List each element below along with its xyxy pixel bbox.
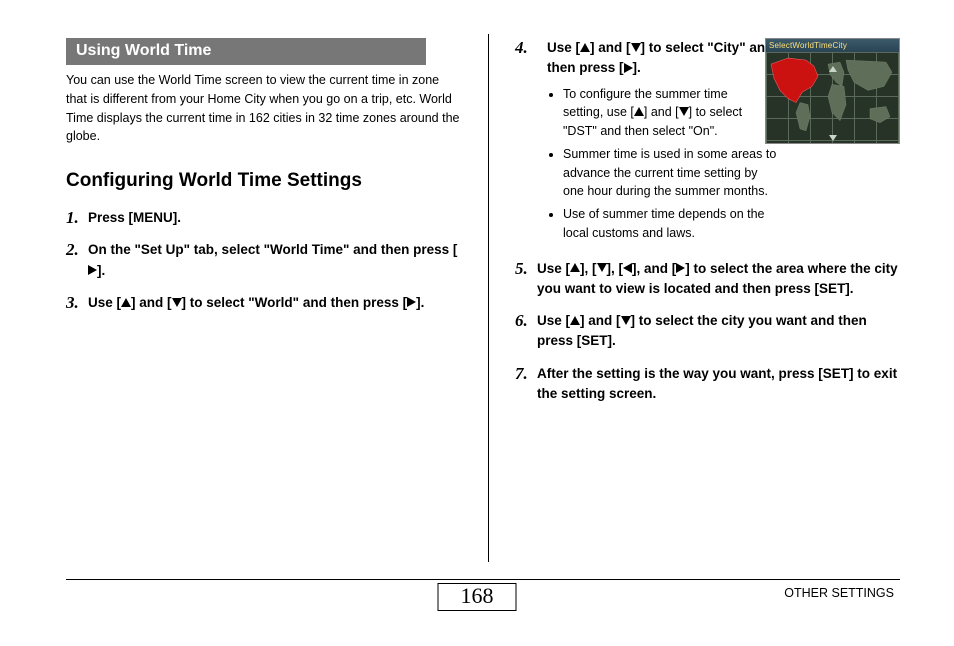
step-text: After the setting is the way you want, p… bbox=[537, 364, 900, 405]
triangle-down-icon bbox=[631, 43, 641, 52]
triangle-up-icon bbox=[570, 316, 580, 325]
column-divider bbox=[488, 34, 489, 562]
step-body: Use [] and [] to select the city you wan… bbox=[537, 311, 900, 352]
bullet-item: Summer time is used in some areas to adv… bbox=[563, 145, 777, 201]
triangle-right-icon bbox=[88, 265, 97, 275]
triangle-down-icon bbox=[829, 135, 837, 141]
step-text: On the "Set Up" tab, select "World Time"… bbox=[88, 240, 462, 281]
world-map-thumbnail: SelectWorldTimeCity bbox=[765, 38, 900, 144]
step-number: 6. bbox=[515, 311, 537, 331]
step-body: Use [] and [] to select "World" and then… bbox=[88, 293, 462, 313]
triangle-down-icon bbox=[621, 316, 631, 325]
footer-label: OTHER SETTINGS bbox=[784, 586, 894, 600]
triangle-up-icon bbox=[121, 298, 131, 307]
step: 2.On the "Set Up" tab, select "World Tim… bbox=[66, 240, 462, 281]
triangle-down-icon bbox=[172, 298, 182, 307]
step: 5.Use [], [], [], and [] to select the a… bbox=[515, 259, 900, 300]
step: 1.Press [MENU]. bbox=[66, 208, 462, 228]
step-text: Use [], [], [], and [] to select the are… bbox=[537, 259, 900, 300]
triangle-up-icon bbox=[580, 43, 590, 52]
step-body: On the "Set Up" tab, select "World Time"… bbox=[88, 240, 462, 281]
step-number: 4. bbox=[515, 38, 537, 58]
triangle-down-icon bbox=[597, 263, 607, 272]
step-text: Use [] and [] to select "World" and then… bbox=[88, 293, 462, 313]
step: 7.After the setting is the way you want,… bbox=[515, 364, 900, 405]
step: 6.Use [] and [] to select the city you w… bbox=[515, 311, 900, 352]
bullet-item: To configure the summer time setting, us… bbox=[563, 85, 763, 141]
subheading: Configuring World Time Settings bbox=[66, 170, 462, 192]
triangle-up-icon bbox=[634, 107, 644, 116]
step-body: Press [MENU]. bbox=[88, 208, 462, 228]
step-body: Use [], [], [], and [] to select the are… bbox=[537, 259, 900, 300]
intro-paragraph: You can use the World Time screen to vie… bbox=[66, 71, 462, 146]
map-grid bbox=[766, 52, 899, 143]
step: 3.Use [] and [] to select "World" and th… bbox=[66, 293, 462, 313]
triangle-up-icon bbox=[570, 263, 580, 272]
step-number: 3. bbox=[66, 293, 88, 313]
left-column: Using World Time You can use the World T… bbox=[66, 38, 462, 563]
triangle-right-icon bbox=[624, 63, 633, 73]
step-4: 4. Use [] and [] to select "City" and th… bbox=[515, 38, 900, 247]
step-text: Use [] and [] to select the city you wan… bbox=[537, 311, 900, 352]
step-number: 7. bbox=[515, 364, 537, 384]
triangle-right-icon bbox=[407, 297, 416, 307]
two-column-layout: Using World Time You can use the World T… bbox=[66, 38, 900, 563]
page-number: 168 bbox=[438, 583, 517, 611]
right-column: 4. Use [] and [] to select "City" and th… bbox=[515, 38, 900, 563]
step-body: Use [] and [] to select "City" and then … bbox=[547, 38, 777, 247]
section-header: Using World Time bbox=[66, 38, 426, 65]
step-number: 5. bbox=[515, 259, 537, 279]
triangle-right-icon bbox=[676, 263, 685, 273]
steps-right-rest: 5.Use [], [], [], and [] to select the a… bbox=[515, 259, 900, 405]
triangle-left-icon bbox=[623, 263, 632, 273]
footer-rule bbox=[66, 579, 900, 580]
triangle-up-icon bbox=[829, 66, 837, 72]
step-body: After the setting is the way you want, p… bbox=[537, 364, 900, 405]
manual-page: Using World Time You can use the World T… bbox=[0, 0, 954, 646]
step-text: Press [MENU]. bbox=[88, 208, 462, 228]
step-4-bullets: To configure the summer time setting, us… bbox=[547, 85, 777, 243]
step-text: Use [] and [] to select "City" and then … bbox=[547, 38, 777, 79]
step-number: 2. bbox=[66, 240, 88, 260]
triangle-down-icon bbox=[679, 107, 689, 116]
map-title: SelectWorldTimeCity bbox=[766, 39, 899, 52]
steps-left: 1.Press [MENU].2.On the "Set Up" tab, se… bbox=[66, 208, 462, 313]
bullet-item: Use of summer time depends on the local … bbox=[563, 205, 777, 243]
step-number: 1. bbox=[66, 208, 88, 228]
